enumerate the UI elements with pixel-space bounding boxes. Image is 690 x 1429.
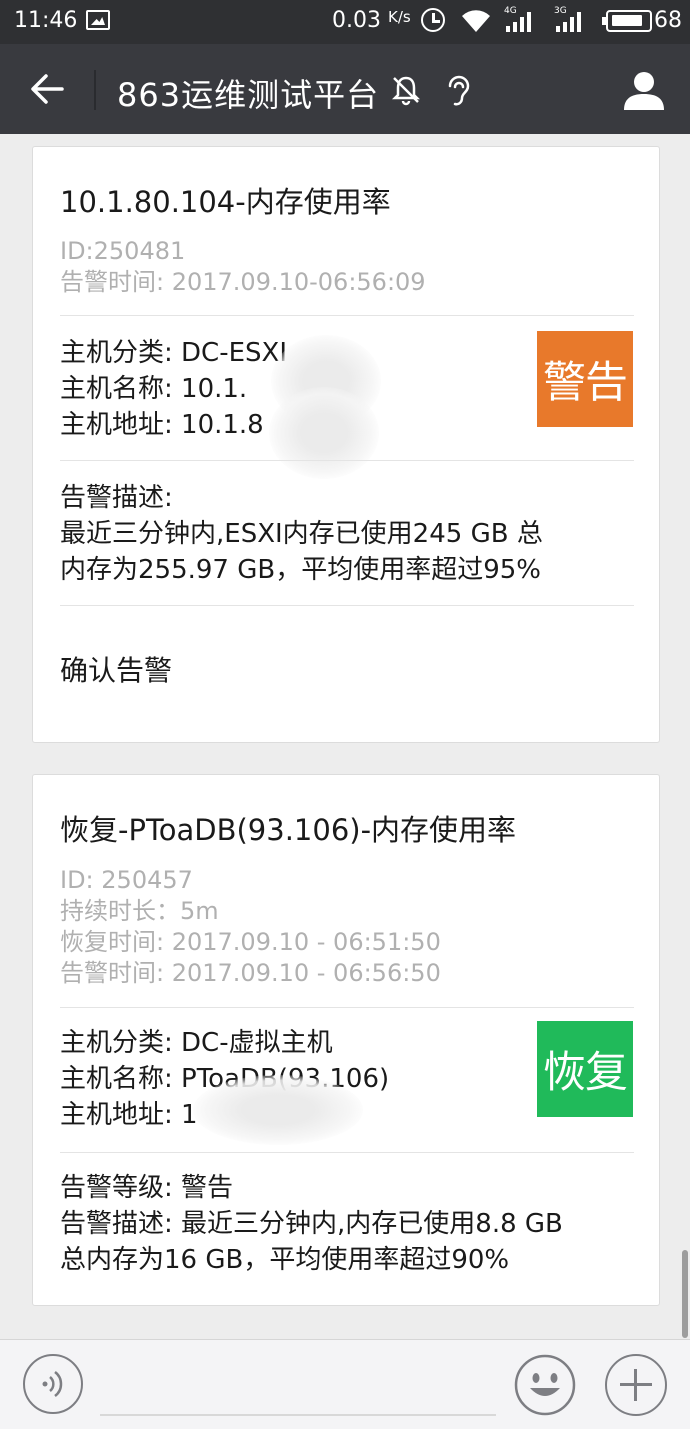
redaction-blur bbox=[269, 387, 379, 479]
recovery-title: 恢复-PToaDB(93.106)-内存使用率 bbox=[60, 813, 517, 847]
mute-bell-icon bbox=[391, 76, 421, 106]
divider bbox=[60, 460, 634, 461]
signal-4g-icon: 4G bbox=[504, 6, 531, 32]
alert-description: 告警描述: 最近三分钟内,ESXI内存已使用245 GB 总 内存为255.97… bbox=[60, 483, 543, 585]
wifi-icon bbox=[462, 10, 490, 32]
chat-header: 863运维测试平台 bbox=[0, 44, 690, 134]
battery-level: 68 bbox=[654, 8, 682, 33]
status-badge: 恢复 bbox=[537, 1021, 633, 1117]
alert-meta: ID:250481 告警时间: 2017.09.10-06:56:09 bbox=[60, 237, 426, 296]
alarm-clock-icon bbox=[421, 8, 445, 32]
status-time: 11:46 bbox=[14, 8, 78, 33]
redaction-blur bbox=[193, 1075, 363, 1145]
alert-description: 告警等级: 警告 告警描述: 最近三分钟内,内存已使用8.8 GB 总内存为16… bbox=[60, 1173, 563, 1275]
back-arrow-icon[interactable] bbox=[28, 70, 66, 108]
emoji-icon[interactable] bbox=[514, 1354, 576, 1416]
net-speed: 0.03 K/s bbox=[332, 8, 411, 33]
alert-title: 10.1.80.104-内存使用率 bbox=[60, 185, 391, 219]
alert-card: 10.1.80.104-内存使用率 ID:250481 告警时间: 2017.0… bbox=[32, 146, 660, 743]
signal-3g-icon: 3G bbox=[554, 6, 581, 32]
status-bar: 11:46 0.03 K/s 4G 3G 68 bbox=[0, 0, 690, 44]
person-icon[interactable] bbox=[622, 68, 666, 112]
divider bbox=[60, 1007, 634, 1008]
voice-icon[interactable] bbox=[23, 1354, 83, 1414]
chat-input-bar bbox=[0, 1339, 690, 1429]
recovery-card: 恢复-PToaDB(93.106)-内存使用率 ID: 250457 持续时长：… bbox=[32, 774, 660, 1306]
recovery-meta: ID: 250457 持续时长：5m 恢复时间: 2017.09.10 - 06… bbox=[60, 866, 441, 987]
status-badge: 警告 bbox=[537, 331, 633, 427]
scrollbar[interactable] bbox=[682, 1250, 688, 1338]
divider bbox=[60, 1152, 634, 1153]
confirm-alert-button[interactable]: 确认告警 bbox=[60, 649, 172, 689]
text-input[interactable] bbox=[100, 1414, 496, 1416]
earpiece-icon bbox=[448, 75, 470, 106]
divider bbox=[60, 605, 634, 606]
host-info: 主机分类: DC-ESXI 主机名称: 10.1. 主机地址: 10.1.8 bbox=[60, 338, 287, 440]
header-divider bbox=[94, 70, 96, 110]
chat-title: 863运维测试平台 bbox=[117, 76, 380, 114]
plus-icon[interactable] bbox=[605, 1354, 667, 1416]
battery-icon bbox=[602, 10, 652, 32]
gallery-notification-icon bbox=[86, 10, 110, 30]
divider bbox=[60, 315, 634, 316]
